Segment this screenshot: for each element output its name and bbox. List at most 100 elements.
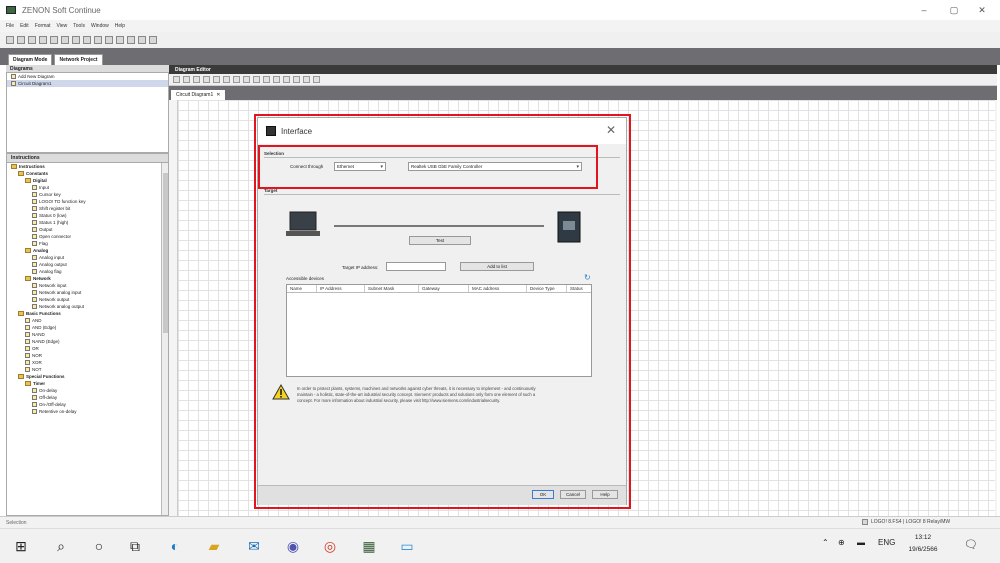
compare-icon[interactable] <box>303 76 310 83</box>
undo-tool-icon[interactable] <box>253 76 260 83</box>
instructions-scrollbar[interactable] <box>161 163 168 515</box>
tree-item[interactable]: Retentive on-delay <box>7 408 163 415</box>
tab-network-project[interactable]: Network Project <box>54 54 103 65</box>
print-tool-icon[interactable] <box>313 76 320 83</box>
undo-icon[interactable] <box>83 36 91 44</box>
cut-icon[interactable] <box>50 36 58 44</box>
remote-desktop-icon[interactable]: ▭ <box>398 537 416 555</box>
tree-item[interactable]: NAND <box>7 331 163 338</box>
file-explorer-icon[interactable]: ▰ <box>205 537 223 555</box>
tree-item[interactable]: Network <box>7 275 163 282</box>
task-view-icon[interactable]: ⧉ <box>126 537 144 555</box>
connect-tool-icon[interactable] <box>183 76 190 83</box>
text-tool-icon[interactable] <box>203 76 210 83</box>
split-tool-icon[interactable] <box>213 76 220 83</box>
clock[interactable]: 13:12 19/6/2566 <box>904 532 942 556</box>
paste-icon[interactable] <box>72 36 80 44</box>
menu-edit[interactable]: Edit <box>20 23 29 29</box>
select-tool-icon[interactable] <box>173 76 180 83</box>
tree-item[interactable]: Output <box>7 226 163 233</box>
tree-item[interactable]: Input <box>7 184 163 191</box>
tree-item[interactable]: NOR <box>7 352 163 359</box>
copy-icon[interactable] <box>61 36 69 44</box>
add-new-diagram-item[interactable]: Add New Diagram <box>7 73 168 80</box>
tree-item[interactable]: OR <box>7 345 163 352</box>
tree-item[interactable]: Cursor key <box>7 191 163 198</box>
edge-icon[interactable]: ◐ <box>166 537 184 555</box>
settings-icon[interactable] <box>149 36 157 44</box>
tree-item[interactable]: Instructions <box>7 163 163 170</box>
tree-item[interactable]: Constants <box>7 170 163 177</box>
constant-tool-icon[interactable] <box>193 76 200 83</box>
tree-item[interactable]: XOR <box>7 359 163 366</box>
battery-icon[interactable]: ▬ <box>857 538 865 547</box>
menu-format[interactable]: Format <box>35 23 51 29</box>
tree-item[interactable]: Status 1 (high) <box>7 219 163 226</box>
open-icon[interactable] <box>17 36 25 44</box>
teams-icon[interactable]: ◉ <box>284 537 302 555</box>
tree-item[interactable]: Network output <box>7 296 163 303</box>
maximize-icon[interactable]: ▢ <box>940 0 968 20</box>
zoom-out-icon[interactable] <box>233 76 240 83</box>
print-icon[interactable] <box>39 36 47 44</box>
menu-tools[interactable]: Tools <box>73 23 85 29</box>
tree-item[interactable]: Off-delay <box>7 394 163 401</box>
upload-icon[interactable] <box>105 36 113 44</box>
close-icon[interactable]: ✕ <box>968 0 996 20</box>
tree-item[interactable]: Network input <box>7 282 163 289</box>
menu-help[interactable]: Help <box>115 23 125 29</box>
start-icon[interactable]: ⊞ <box>12 537 30 555</box>
tree-item[interactable]: Analog flag <box>7 268 163 275</box>
tree-item[interactable]: Status 0 (low) <box>7 212 163 219</box>
tab-close-icon[interactable]: ✕ <box>216 92 220 98</box>
redo-tool-icon[interactable] <box>263 76 270 83</box>
tree-item[interactable]: Analog input <box>7 254 163 261</box>
simulation-tool-icon[interactable] <box>273 76 280 83</box>
circuit-diagram-item[interactable]: Circuit Diagram1 <box>7 80 168 87</box>
menu-file[interactable]: File <box>6 23 14 29</box>
zoom-in-icon[interactable] <box>223 76 230 83</box>
network-icon[interactable]: ⊕ <box>838 538 845 547</box>
tree-item[interactable]: Open connector <box>7 233 163 240</box>
tree-item[interactable]: NOT <box>7 366 163 373</box>
align-icon[interactable] <box>243 76 250 83</box>
scrollbar-thumb[interactable] <box>163 173 168 333</box>
tree-item[interactable]: Network analog output <box>7 303 163 310</box>
chrome-icon[interactable]: ◎ <box>321 537 339 555</box>
tree-item[interactable]: LOGO! TD function key <box>7 198 163 205</box>
tree-item[interactable]: Basic Functions <box>7 310 163 317</box>
menu-view[interactable]: View <box>57 23 68 29</box>
tree-item[interactable]: Flag <box>7 240 163 247</box>
new-icon[interactable] <box>6 36 14 44</box>
tree-item[interactable]: Digital <box>7 177 163 184</box>
tree-item[interactable]: On-delay <box>7 387 163 394</box>
online-test-icon[interactable] <box>138 36 146 44</box>
tree-item[interactable]: Analog <box>7 247 163 254</box>
tree-item[interactable]: Timer <box>7 380 163 387</box>
tab-circuit-diagram[interactable]: Circuit Diagram1 ✕ <box>171 90 226 100</box>
notification-icon[interactable]: 🗨 <box>964 538 978 551</box>
pc-to-device-icon[interactable] <box>283 76 290 83</box>
search-icon[interactable]: ⌕ <box>52 537 70 555</box>
tab-diagram-mode[interactable]: Diagram Mode <box>8 54 53 65</box>
mail-icon[interactable]: ✉ <box>245 537 263 555</box>
tree-item[interactable]: NAND (Edge) <box>7 338 163 345</box>
download-icon[interactable] <box>116 36 124 44</box>
minimize-icon[interactable]: – <box>910 0 938 20</box>
language-indicator[interactable]: ENG <box>878 538 895 547</box>
redo-icon[interactable] <box>94 36 102 44</box>
cortana-icon[interactable]: ○ <box>90 537 108 555</box>
tree-item[interactable]: Analog output <box>7 261 163 268</box>
tree-item[interactable]: Shift register bit <box>7 205 163 212</box>
logo-soft-comfort-icon[interactable]: ▦ <box>360 537 378 555</box>
tree-item[interactable]: AND (Edge) <box>7 324 163 331</box>
tree-item[interactable]: On-/Off-delay <box>7 401 163 408</box>
tree-item[interactable]: Special Functions <box>7 373 163 380</box>
save-icon[interactable] <box>28 36 36 44</box>
simulation-icon[interactable] <box>127 36 135 44</box>
tree-item[interactable]: AND <box>7 317 163 324</box>
tray-chevron-icon[interactable]: ⌃ <box>822 538 829 547</box>
menu-window[interactable]: Window <box>91 23 109 29</box>
device-to-pc-icon[interactable] <box>293 76 300 83</box>
tree-item[interactable]: Network analog input <box>7 289 163 296</box>
